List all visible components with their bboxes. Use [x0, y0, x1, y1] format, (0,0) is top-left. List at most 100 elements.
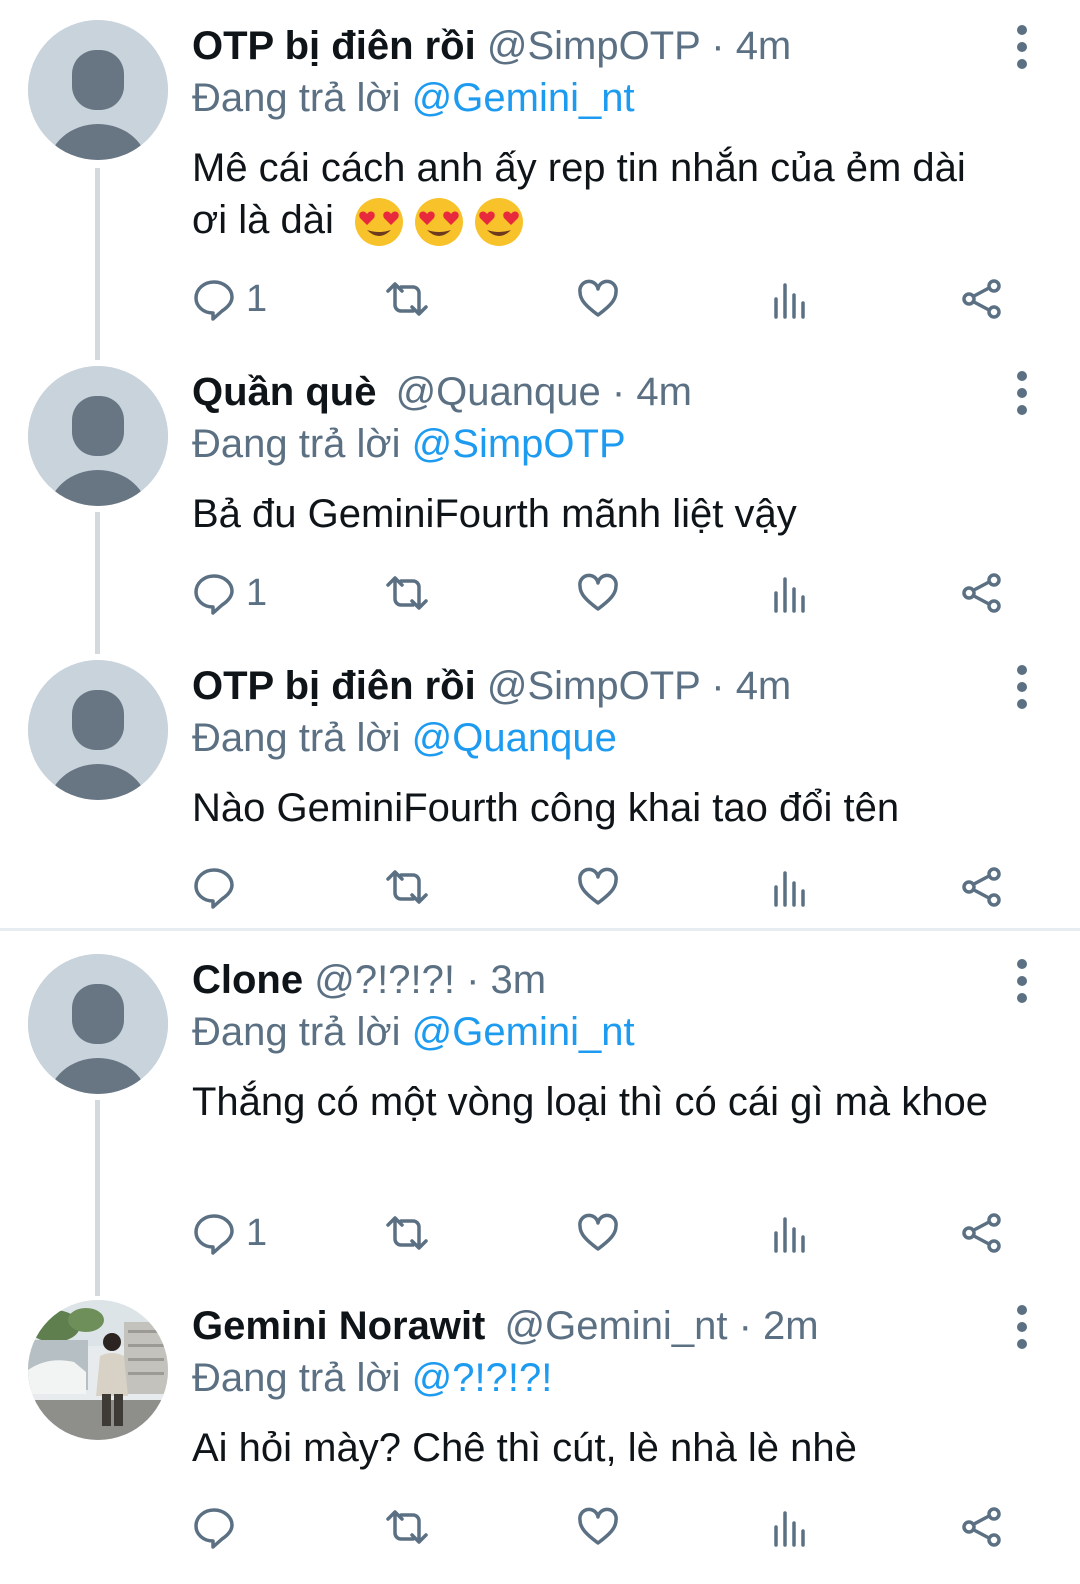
separator-dot: ·: [711, 664, 725, 708]
like-button[interactable]: [576, 1208, 620, 1258]
reply-button[interactable]: 1: [192, 1208, 267, 1258]
reply-prefix: Đang trả lời: [192, 422, 401, 466]
analytics-icon: [774, 1511, 805, 1547]
analytics-icon: [774, 1217, 805, 1253]
share-icon: [962, 1213, 1001, 1253]
default-avatar-icon: [28, 660, 168, 800]
timestamp[interactable]: 4m: [636, 370, 692, 414]
tweet-header: OTP bị điên rồi @SimpOTP · 4m: [192, 660, 1010, 712]
share-button[interactable]: [960, 1502, 1004, 1552]
reply-prefix: Đang trả lời: [192, 1010, 401, 1054]
avatar[interactable]: [28, 954, 168, 1094]
tweet-text: Nào GeminiFourth công khai tao đổi tên: [192, 782, 1010, 834]
display-name[interactable]: Quần què: [192, 370, 376, 414]
display-name[interactable]: Clone: [192, 958, 303, 1002]
more-vertical-icon[interactable]: [1012, 368, 1032, 418]
thread-line: [95, 1100, 100, 1296]
reply-icon: [194, 1508, 234, 1549]
like-button[interactable]: [576, 274, 620, 324]
replying-to: Đang trả lời @Gemini_nt: [192, 72, 1010, 124]
retweet-icon: [386, 282, 428, 316]
heart-icon: [578, 1213, 618, 1251]
views-button[interactable]: [770, 568, 810, 618]
tweet-text-content: Bả đu GeminiFourth mãnh liệt vậy: [192, 492, 797, 536]
like-button[interactable]: [576, 1502, 620, 1552]
reply-icon: [194, 574, 234, 615]
heart-icon: [578, 573, 618, 611]
tweet-actions: [192, 862, 1012, 912]
avatar[interactable]: [28, 660, 168, 800]
display-name[interactable]: OTP bị điên rồi: [192, 24, 476, 68]
replying-to: Đang trả lời @Quanque: [192, 712, 1010, 764]
retweet-button[interactable]: [382, 274, 432, 324]
retweet-button[interactable]: [382, 1208, 432, 1258]
retweet-icon: [386, 1216, 428, 1250]
reply-mention[interactable]: @?!?!?!: [412, 1356, 553, 1400]
avatar[interactable]: [28, 366, 168, 506]
share-icon: [962, 573, 1001, 613]
reply-mention[interactable]: @Gemini_nt: [412, 1010, 635, 1054]
emoji-group: [345, 198, 525, 247]
retweet-button[interactable]: [382, 862, 432, 912]
default-avatar-icon: [28, 20, 168, 160]
views-button[interactable]: [770, 1502, 810, 1552]
analytics-icon: [774, 283, 805, 319]
like-button[interactable]: [576, 862, 620, 912]
views-button[interactable]: [770, 1208, 810, 1258]
avatar[interactable]: [28, 1300, 168, 1440]
more-vertical-icon[interactable]: [1012, 1302, 1032, 1352]
avatar[interactable]: [28, 20, 168, 160]
display-name[interactable]: Gemini Norawit: [192, 1304, 485, 1348]
timestamp[interactable]: 4m: [736, 664, 792, 708]
user-handle[interactable]: @Gemini_nt: [505, 1304, 728, 1348]
heart-eyes-emoji: [354, 198, 403, 247]
reply-mention[interactable]: @Quanque: [412, 716, 617, 760]
timestamp[interactable]: 4m: [736, 24, 792, 68]
reply-button[interactable]: 1: [192, 568, 267, 618]
retweet-button[interactable]: [382, 1502, 432, 1552]
reply-button[interactable]: [192, 862, 246, 912]
retweet-icon: [386, 1510, 428, 1544]
tweet-text: Thắng có một vòng loại thì có cái gì mà …: [192, 1076, 1010, 1128]
reply-count: 1: [246, 278, 268, 320]
replying-to: Đang trả lời @SimpOTP: [192, 418, 1010, 470]
reply-icon: [194, 1214, 234, 1255]
more-vertical-icon[interactable]: [1012, 956, 1032, 1006]
reply-count: 1: [246, 1212, 268, 1254]
reply-icon: [194, 868, 234, 909]
more-vertical-icon[interactable]: [1012, 662, 1032, 712]
views-button[interactable]: [770, 274, 810, 324]
user-handle[interactable]: @Quanque: [396, 370, 601, 414]
reply-button[interactable]: [192, 1502, 246, 1552]
more-vertical-icon[interactable]: [1012, 22, 1032, 72]
tweet-text-content: Nào GeminiFourth công khai tao đổi tên: [192, 786, 900, 830]
tweet-actions: 1: [192, 568, 1012, 618]
replying-to: Đang trả lời @Gemini_nt: [192, 1006, 1010, 1058]
user-handle[interactable]: @SimpOTP: [487, 664, 700, 708]
tweet-header: Quần què @Quanque · 4m: [192, 366, 1010, 418]
reply-mention[interactable]: @Gemini_nt: [412, 76, 635, 120]
like-button[interactable]: [576, 568, 620, 618]
timestamp[interactable]: 3m: [491, 958, 547, 1002]
separator-dot: ·: [466, 958, 480, 1002]
heart-icon: [578, 1507, 618, 1545]
views-button[interactable]: [770, 862, 810, 912]
timestamp[interactable]: 2m: [763, 1304, 819, 1348]
user-handle[interactable]: @SimpOTP: [487, 24, 700, 68]
reply-prefix: Đang trả lời: [192, 76, 401, 120]
share-button[interactable]: [960, 1208, 1004, 1258]
tweet-text-content: Mê cái cách anh ấy rep tin nhắn của ẻm d…: [192, 146, 966, 242]
user-handle[interactable]: @?!?!?!: [314, 958, 455, 1002]
reply-button[interactable]: 1: [192, 274, 267, 324]
heart-eyes-emoji: [474, 198, 523, 247]
tweet-header: Gemini Norawit @Gemini_nt · 2m: [192, 1300, 1010, 1352]
retweet-button[interactable]: [382, 568, 432, 618]
tweet-text: Ai hỏi mày? Chê thì cút, lè nhà lè nhè: [192, 1422, 1010, 1474]
share-button[interactable]: [960, 274, 1004, 324]
share-button[interactable]: [960, 568, 1004, 618]
reply-mention[interactable]: @SimpOTP: [412, 422, 626, 466]
display-name[interactable]: OTP bị điên rồi: [192, 664, 476, 708]
share-button[interactable]: [960, 862, 1004, 912]
tweet-text: Bả đu GeminiFourth mãnh liệt vậy: [192, 488, 1010, 540]
separator-dot: ·: [711, 24, 725, 68]
